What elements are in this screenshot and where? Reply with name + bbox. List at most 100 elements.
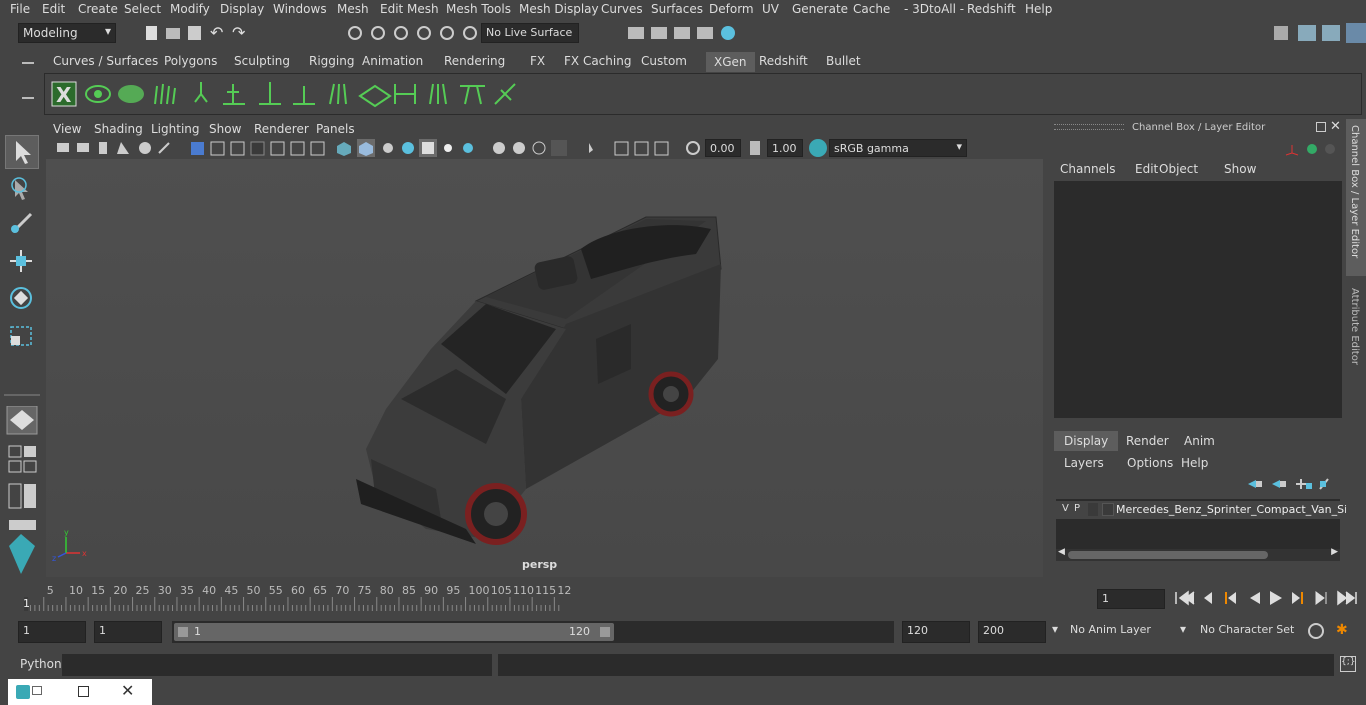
menu-windows[interactable]: Windows [273,2,327,16]
maximize-icon[interactable] [78,686,89,697]
menu-uv[interactable]: UV [762,2,779,16]
tab-fx-caching[interactable]: FX Caching [564,54,631,68]
tab-redshift[interactable]: Redshift [759,54,808,68]
menu-generate[interactable]: Generate [792,2,848,16]
current-frame-field[interactable]: 1 [1097,589,1165,609]
color-management-icon[interactable] [809,139,827,157]
close-window-icon[interactable]: ✕ [121,681,134,700]
restore-icon[interactable] [32,686,42,695]
tab-xgen[interactable]: XGen [706,52,755,72]
menu-cache[interactable]: Cache [853,2,890,16]
layer-menu-layers[interactable]: Layers [1064,456,1104,470]
playback-end-field[interactable]: 120 [902,621,970,643]
layer-color-swatch[interactable] [1102,503,1114,516]
auto-key-icon[interactable] [1308,623,1324,639]
workspace-icons[interactable] [1270,22,1366,44]
tab-curves-surfaces[interactable]: Curves / Surfaces [53,54,158,68]
range-slider[interactable]: 1 120 [172,621,894,643]
viewport-tool-icons[interactable] [53,139,703,157]
menu-redshift[interactable]: Redshift [967,2,1016,16]
maya-app-icon [16,685,30,699]
start-time-field[interactable]: 1 [18,621,86,643]
menu-file[interactable]: File [10,2,30,16]
channel-menu-channels[interactable]: Channels [1060,162,1116,176]
menu-modify[interactable]: Modify [170,2,210,16]
character-set-select[interactable]: No Character Set [1196,621,1300,643]
menu-surfaces[interactable]: Surfaces [651,2,703,16]
channel-box-icons[interactable] [1284,141,1344,157]
tab-anim[interactable]: Anim [1174,431,1225,451]
close-icon[interactable]: ✕ [1330,119,1341,134]
time-slider[interactable]: 5 10 15 20 25 30 35 40 45 50 55 60 65 70 75 80 85 90 95 100… [17,583,1092,611]
tab-polygons[interactable]: Polygons [164,54,217,68]
anim-layer-select[interactable]: No Anim Layer [1066,621,1174,643]
channel-menu-show[interactable]: Show [1224,162,1256,176]
tab-animation[interactable]: Animation [362,54,423,68]
layer-visibility-toggle[interactable]: V [1062,503,1069,514]
playback-start-field[interactable]: 1 [94,621,162,643]
tab-display[interactable]: Display [1054,431,1119,451]
menu-mesh-tools[interactable]: Mesh Tools [446,2,511,16]
select-tool[interactable] [5,135,39,169]
svg-text:↶: ↶ [210,23,223,42]
minimized-window[interactable]: ✕ [8,679,152,705]
layer-type-toggle[interactable] [1088,503,1098,516]
exposure-field[interactable]: 0.00 [705,139,741,157]
tab-rendering[interactable]: Rendering [444,54,505,68]
channel-menu-edit[interactable]: Edit [1135,162,1158,176]
viewport-menu-shading[interactable]: Shading [94,122,143,136]
tab-render[interactable]: Render [1116,431,1179,451]
menu--3dtoall-[interactable]: - 3DtoAll - [904,2,964,16]
layer-name[interactable]: Mercedes_Benz_Sprinter_Compact_Van_Sim [1116,503,1358,516]
status-line-icons[interactable]: ↶ ↷ [130,22,770,44]
tab-attribute-editor[interactable]: Attribute Editor [1346,284,1366,374]
range-slider-bar[interactable]: 1 120 [174,623,614,641]
viewport-menu-view[interactable]: View [53,122,81,136]
float-icon[interactable] [1316,122,1326,132]
menu-edit-mesh[interactable]: Edit Mesh [380,2,439,16]
tab-channel-box[interactable]: Channel Box / Layer Editor [1346,119,1366,276]
channel-menu-object[interactable]: Object [1159,162,1198,176]
menu-curves[interactable]: Curves [601,2,643,16]
layer-menu-help[interactable]: Help [1181,456,1208,470]
layer-playback-toggle[interactable]: P [1074,503,1080,514]
command-input[interactable] [62,654,492,676]
anim-layer-dropdown-icon[interactable]: ▾ [1052,622,1058,636]
tool-icons[interactable] [5,172,39,422]
menu-deform[interactable]: Deform [709,2,754,16]
end-time-field[interactable]: 200 [978,621,1046,643]
command-language-label[interactable]: Python [20,657,62,671]
xgen-shelf-icons[interactable]: X [45,74,525,114]
layer-buttons[interactable] [1244,475,1334,493]
colorspace-select[interactable]: sRGB gamma ▾ [829,139,967,157]
script-editor-icon[interactable]: {;} [1340,656,1356,672]
viewport-menu-lighting[interactable]: Lighting [151,122,200,136]
channel-list[interactable] [1054,181,1342,418]
layer-scrollbar[interactable]: ◀ ▶ [1056,547,1340,561]
playback-controls[interactable] [1172,588,1362,608]
menu-mesh-display[interactable]: Mesh Display [519,2,599,16]
layout-icons[interactable] [5,406,39,576]
char-set-dropdown-icon[interactable]: ▾ [1180,622,1186,636]
menu-edit[interactable]: Edit [42,2,65,16]
mode-select[interactable]: Modeling ▾ [18,23,116,43]
menu-create[interactable]: Create [78,2,118,16]
menu-mesh[interactable]: Mesh [337,2,369,16]
tab-fx[interactable]: FX [530,54,545,68]
layer-menu-options[interactable]: Options [1127,456,1173,470]
menu-help[interactable]: Help [1025,2,1052,16]
viewport-menu-show[interactable]: Show [209,122,241,136]
layer-row[interactable]: V P Mercedes_Benz_Sprinter_Compact_Van_S… [1056,501,1358,519]
gamma-field[interactable]: 1.00 [767,139,803,157]
tick-label: 25 [136,584,150,597]
viewport-menu-renderer[interactable]: Renderer [254,122,309,136]
menu-select[interactable]: Select [124,2,161,16]
tab-rigging[interactable]: Rigging [309,54,354,68]
menu-display[interactable]: Display [220,2,264,16]
preferences-icon[interactable]: ✱ [1336,622,1354,640]
tab-bullet[interactable]: Bullet [826,54,861,68]
tab-custom[interactable]: Custom [641,54,687,68]
viewport-menu-panels[interactable]: Panels [316,122,355,136]
tab-sculpting[interactable]: Sculpting [234,54,290,68]
viewport-canvas[interactable]: x y z persp [46,159,1043,577]
